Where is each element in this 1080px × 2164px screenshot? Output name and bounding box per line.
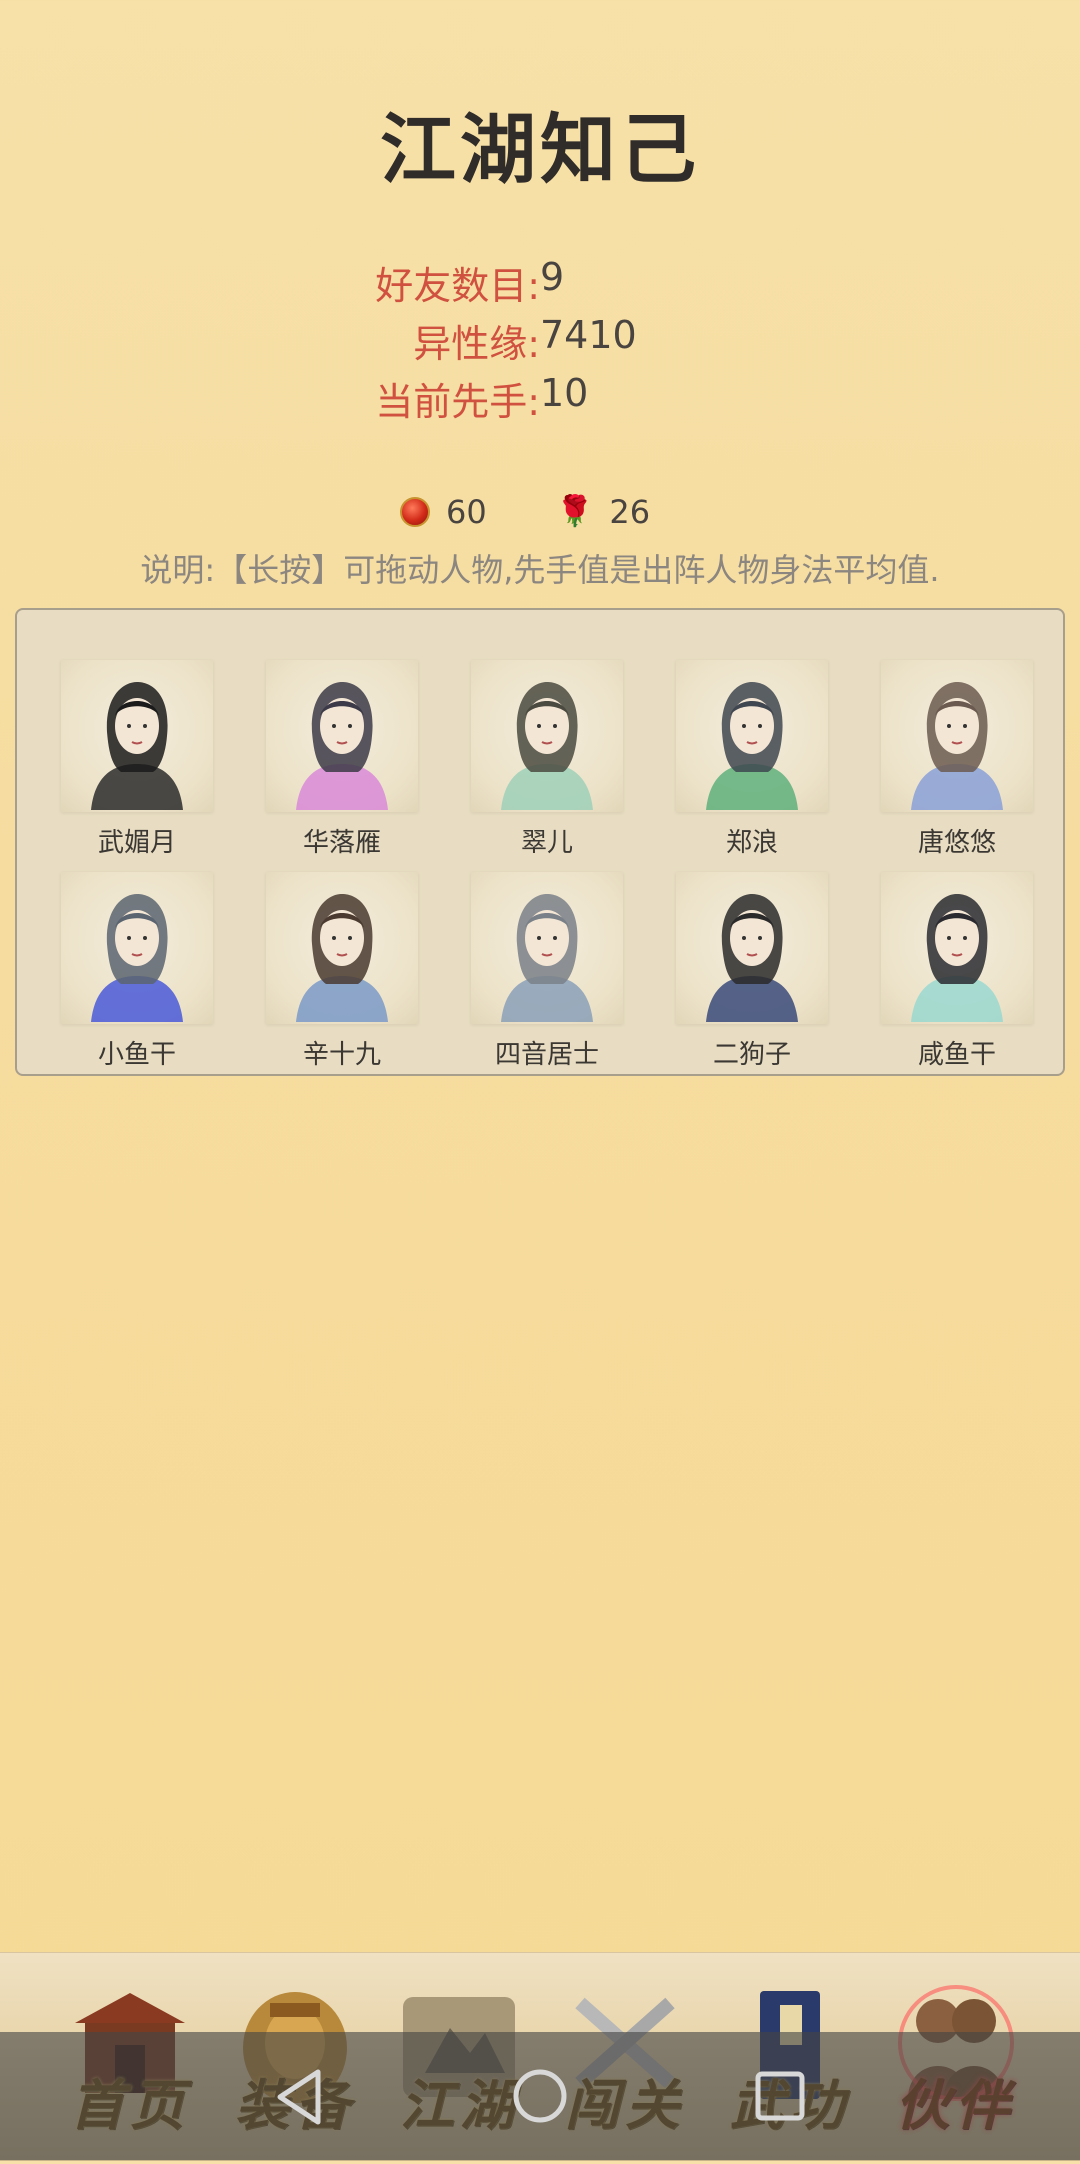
companion-portrait [266,660,418,812]
companion-name: 四音居士 [494,1040,599,1070]
companion-portrait [881,660,1033,812]
stat-initiative: 当前先手: 10 [0,371,588,429]
rose-count: 26 [609,493,651,531]
companion-name: 二狗子 [712,1040,791,1070]
rose-icon: 🌹 [556,494,594,529]
stat-value: 10 [540,371,589,415]
companion-portrait [676,660,828,812]
companion-name: 华落雁 [302,828,381,858]
recents-square-icon [755,2071,805,2121]
stat-label: 当前先手: [375,380,540,424]
companion-name: 翠儿 [520,828,573,858]
companion-portrait [471,872,623,1024]
home-circle-icon [513,2069,567,2123]
stat-label: 异性缘: [413,322,540,366]
red-gourd-icon [400,497,430,527]
resource-bar: 60 🌹 26 [0,488,1080,536]
companion-name: 咸鱼干 [917,1040,996,1070]
companion-card[interactable]: 小鱼干 [57,872,217,1071]
companion-portrait [61,872,213,1024]
companion-portrait [676,872,828,1024]
companion-card[interactable]: 郑浪 [672,660,832,859]
companion-name: 唐悠悠 [917,828,996,858]
stat-value: 9 [540,255,565,299]
companion-name: 武媚月 [97,828,176,858]
companion-card[interactable]: 唐悠悠 [877,660,1037,859]
companion-card[interactable]: 咸鱼干 [877,872,1037,1071]
companion-grid: 武媚月 华落雁 翠儿 郑浪 唐悠悠小鱼干 辛十九 四音居士 二狗子 咸鱼干 [15,608,1065,1076]
recents-button[interactable] [720,2032,840,2160]
home-button[interactable] [480,2032,600,2160]
companion-card[interactable]: 武媚月 [57,660,217,859]
back-button[interactable] [240,2032,360,2160]
page-title: 江湖知己 [380,105,700,194]
system-navigation-bar [0,2032,1080,2160]
instructions-text: 说明:【长按】可拖动人物,先手值是出阵人物身法平均值. [140,551,940,589]
companion-name: 小鱼干 [97,1040,176,1070]
companion-card[interactable]: 二狗子 [672,872,832,1071]
stat-value: 7410 [540,313,637,357]
stat-friend-count: 好友数目: 9 [0,255,564,313]
companion-card[interactable]: 华落雁 [262,660,422,859]
gourd-resource: 60 [400,488,487,536]
rose-resource: 🌹 26 [556,488,650,536]
stat-label: 好友数目: [375,264,540,308]
companion-portrait [881,872,1033,1024]
companion-card[interactable]: 四音居士 [467,872,627,1071]
back-triangle-icon [277,2069,321,2125]
companion-portrait [266,872,418,1024]
companion-name: 郑浪 [725,828,778,858]
companion-name: 辛十九 [302,1040,381,1070]
companion-card[interactable]: 翠儿 [467,660,627,859]
stat-charm: 异性缘: 7410 [0,313,637,371]
companion-card[interactable]: 辛十九 [262,872,422,1071]
companion-portrait [61,660,213,812]
companion-portrait [471,660,623,812]
gourd-count: 60 [446,493,487,531]
